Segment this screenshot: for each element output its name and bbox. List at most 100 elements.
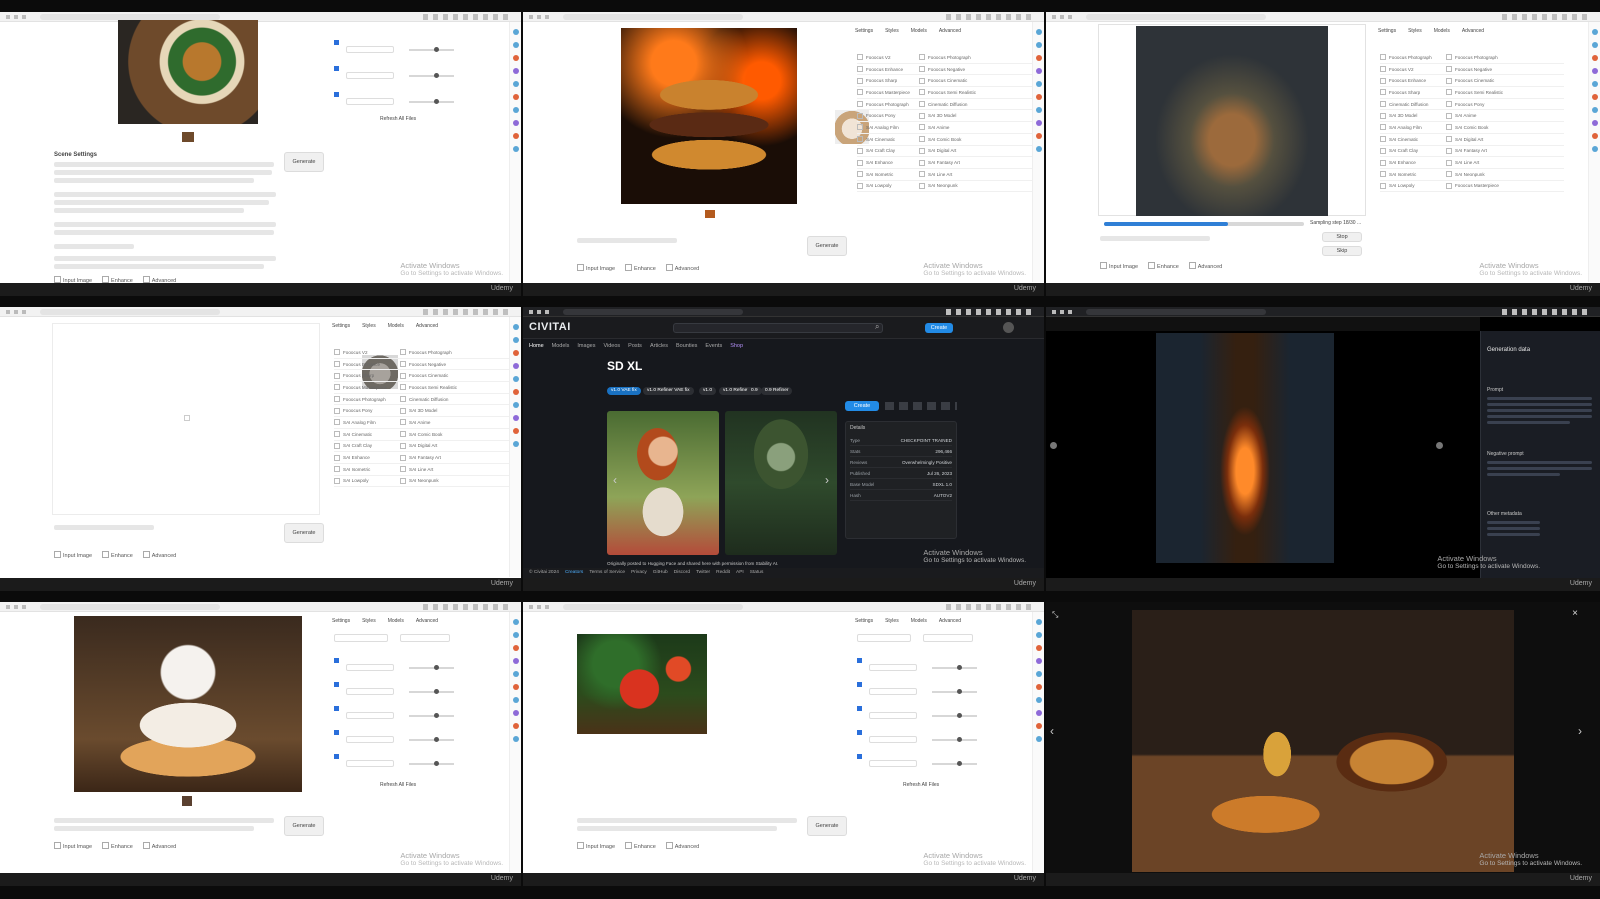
- generate-button[interactable]: Generate: [284, 152, 324, 172]
- tab-settings[interactable]: Settings: [332, 618, 350, 625]
- generated-image-kitten[interactable]: [74, 616, 302, 792]
- style-item[interactable]: SAI Neonpunk: [400, 476, 518, 488]
- refiner-select[interactable]: [923, 634, 973, 642]
- style-item[interactable]: SAI Anime: [1446, 110, 1564, 123]
- style-item[interactable]: SAI 3D Model: [400, 405, 518, 418]
- thumbnail-food[interactable]: [182, 132, 194, 142]
- style-item[interactable]: Fooocus Semi Realistic: [400, 382, 518, 394]
- tab-styles[interactable]: Styles: [362, 618, 376, 625]
- lightbox-prev-icon[interactable]: ‹: [1050, 724, 1054, 738]
- tab-models[interactable]: Models: [1434, 28, 1450, 35]
- style-item[interactable]: SAI Digital Art: [1446, 134, 1564, 146]
- option-advanced[interactable]: Advanced: [143, 551, 176, 559]
- style-item[interactable]: Fooocus Masterpiece: [1446, 181, 1564, 193]
- option-enhance[interactable]: Enhance: [625, 264, 656, 272]
- refresh-all-files-button[interactable]: Refresh All Files: [380, 782, 416, 789]
- avatar[interactable]: [1003, 322, 1014, 333]
- style-item[interactable]: SAI Fantasy Art: [919, 157, 1037, 169]
- footer-link[interactable]: Status: [750, 570, 764, 576]
- tab-settings[interactable]: Settings: [1378, 28, 1396, 35]
- create-header-button[interactable]: Create: [925, 323, 953, 333]
- civitai-logo[interactable]: CIVITAI: [529, 321, 571, 333]
- generated-image-food[interactable]: [118, 20, 258, 124]
- version-badge[interactable]: 0.9 Refiner: [761, 387, 793, 395]
- skip-button[interactable]: Skip: [1322, 246, 1362, 256]
- style-item[interactable]: SAI 3D Model: [919, 110, 1037, 123]
- style-item[interactable]: SAI Anime: [919, 122, 1037, 134]
- generate-button[interactable]: Generate: [284, 523, 324, 543]
- option-advanced[interactable]: Advanced: [143, 842, 176, 850]
- viewer-image-cave[interactable]: [1156, 333, 1334, 563]
- option-input-image[interactable]: Input Image: [54, 551, 92, 559]
- lora-row-2[interactable]: [334, 62, 454, 84]
- lora-row-3[interactable]: [857, 702, 977, 724]
- style-item[interactable]: Fooocus Pony: [1446, 99, 1564, 111]
- style-item[interactable]: Fooocus Semi Realistic: [919, 87, 1037, 99]
- thumbnail-kitten[interactable]: [182, 796, 192, 806]
- generate-button[interactable]: Generate: [807, 816, 847, 836]
- search-icon[interactable]: ⌕: [875, 322, 879, 332]
- footer-link[interactable]: Creators: [565, 570, 583, 576]
- style-item[interactable]: Fooocus Semi Realistic: [1446, 87, 1564, 99]
- style-item[interactable]: SAI Neonpunk: [1446, 169, 1564, 181]
- tab-styles[interactable]: Styles: [885, 28, 899, 35]
- lora-row-1[interactable]: [334, 654, 454, 676]
- nav-events[interactable]: Events: [705, 343, 722, 349]
- address-bar[interactable]: [563, 604, 743, 610]
- option-advanced[interactable]: Advanced: [1189, 262, 1222, 270]
- style-item[interactable]: Fooocus Cinematic: [919, 75, 1037, 88]
- footer-link[interactable]: API: [736, 570, 744, 576]
- lora-row-3[interactable]: [334, 88, 454, 110]
- option-input-image[interactable]: Input Image: [577, 264, 615, 272]
- generated-image-noise-preview[interactable]: [1136, 26, 1328, 216]
- lightbox-next-icon[interactable]: ›: [1578, 724, 1582, 738]
- address-bar[interactable]: [1086, 309, 1266, 315]
- address-bar[interactable]: [563, 14, 743, 20]
- option-advanced[interactable]: Advanced: [666, 842, 699, 850]
- nav-articles[interactable]: Articles: [650, 343, 668, 349]
- tab-advanced[interactable]: Advanced: [939, 618, 961, 625]
- lora-row-4[interactable]: [334, 726, 454, 748]
- footer-link[interactable]: Twitter: [696, 570, 710, 576]
- tab-advanced[interactable]: Advanced: [416, 618, 438, 625]
- style-item[interactable]: Fooocus Photograph: [919, 52, 1037, 64]
- tab-advanced[interactable]: Advanced: [1462, 28, 1484, 35]
- version-badge[interactable]: v1.0: [699, 387, 717, 395]
- lora-row-1[interactable]: [857, 654, 977, 676]
- option-enhance[interactable]: Enhance: [625, 842, 656, 850]
- generated-image-tomato[interactable]: [577, 634, 707, 734]
- generate-button[interactable]: Generate: [807, 236, 847, 256]
- style-item[interactable]: Fooocus Cinematic: [1446, 75, 1564, 88]
- refresh-all-files-button[interactable]: Refresh All Files: [903, 782, 939, 789]
- lora-row-2[interactable]: [334, 678, 454, 700]
- style-item[interactable]: SAI Fantasy Art: [400, 452, 518, 464]
- lora-row-2[interactable]: [857, 678, 977, 700]
- base-model-select[interactable]: [334, 634, 388, 642]
- style-item[interactable]: SAI Line Art: [400, 464, 518, 476]
- option-input-image[interactable]: Input Image: [54, 842, 92, 850]
- style-item[interactable]: Cinematic Diffusion: [919, 99, 1037, 111]
- showcase-image-2[interactable]: [725, 411, 837, 555]
- tab-advanced[interactable]: Advanced: [939, 28, 961, 35]
- footer-link[interactable]: GitHub: [653, 570, 668, 576]
- nav-videos[interactable]: Videos: [603, 343, 620, 349]
- tab-styles[interactable]: Styles: [362, 323, 376, 330]
- address-bar[interactable]: [40, 604, 220, 610]
- style-item[interactable]: SAI Digital Art: [400, 441, 518, 453]
- tab-models[interactable]: Models: [388, 618, 404, 625]
- lightbox-image-burger[interactable]: [1132, 610, 1514, 872]
- carousel-prev-icon[interactable]: ‹: [613, 473, 617, 487]
- style-item[interactable]: SAI Digital Art: [919, 146, 1037, 158]
- footer-link[interactable]: Reddit: [716, 570, 730, 576]
- base-model-select[interactable]: [857, 634, 911, 642]
- style-item[interactable]: SAI Comic Book: [400, 429, 518, 441]
- nav-models[interactable]: Models: [552, 343, 570, 349]
- showcase-image-1[interactable]: [607, 411, 719, 555]
- option-enhance[interactable]: Enhance: [102, 842, 133, 850]
- close-icon[interactable]: ×: [1572, 608, 1578, 619]
- style-item[interactable]: Fooocus Negative: [919, 64, 1037, 76]
- option-input-image[interactable]: Input Image: [1100, 262, 1138, 270]
- style-item[interactable]: SAI Line Art: [1446, 157, 1564, 169]
- nav-posts[interactable]: Posts: [628, 343, 642, 349]
- tab-styles[interactable]: Styles: [1408, 28, 1422, 35]
